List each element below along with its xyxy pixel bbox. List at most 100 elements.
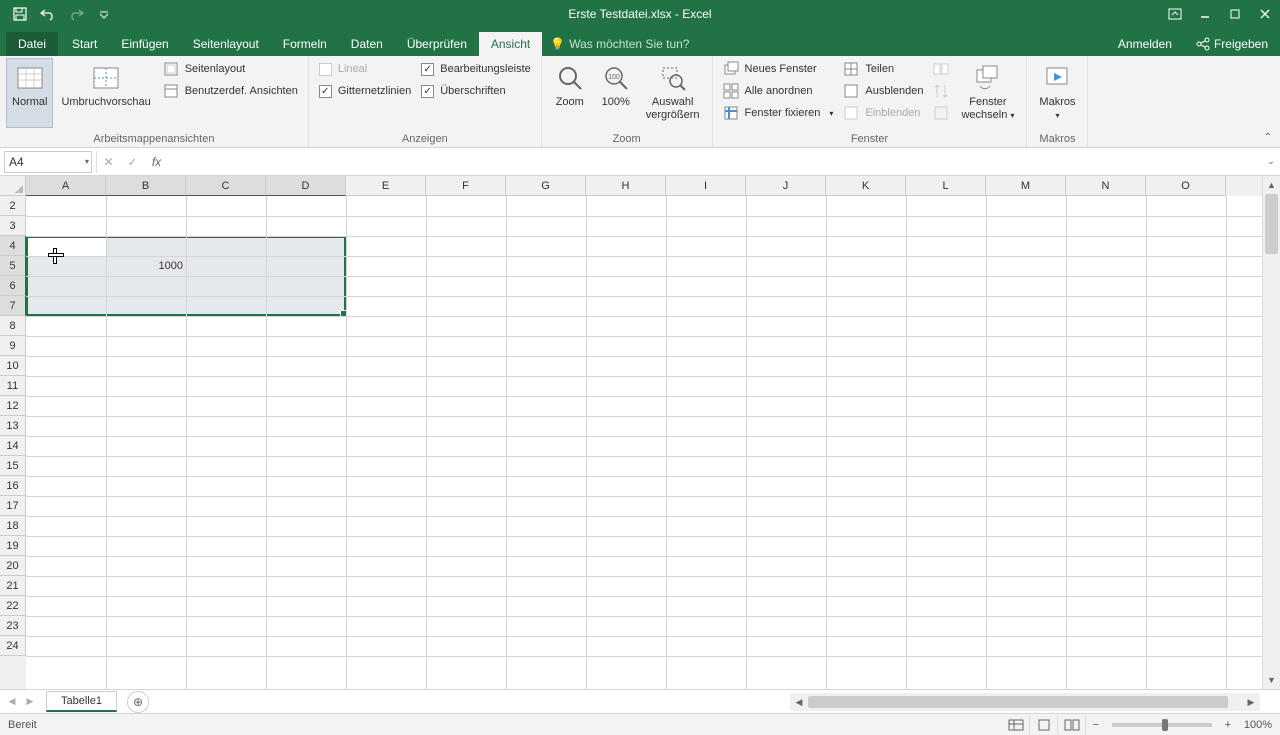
sheet-nav-prev[interactable]: ◀: [4, 693, 20, 711]
row-header-18[interactable]: 18: [0, 516, 26, 536]
gridlines-checkbox[interactable]: Gitternetzlinien: [315, 80, 415, 102]
hide-button[interactable]: Ausblenden: [839, 80, 927, 102]
macros-button[interactable]: Makros▾: [1033, 58, 1081, 128]
tab-review[interactable]: Überprüfen: [395, 32, 479, 56]
zoom-in-button[interactable]: +: [1220, 719, 1236, 731]
formula-bar-checkbox[interactable]: Bearbeitungsleiste: [417, 58, 535, 80]
add-sheet-button[interactable]: ⊕: [127, 691, 149, 713]
col-header-D[interactable]: D: [266, 176, 346, 196]
namebox-dropdown[interactable]: ▾: [85, 157, 89, 166]
horizontal-scrollbar[interactable]: ◀ ▶: [790, 693, 1260, 711]
row-header-15[interactable]: 15: [0, 456, 26, 476]
tab-data[interactable]: Daten: [339, 32, 395, 56]
minimize-button[interactable]: [1190, 0, 1220, 28]
col-header-C[interactable]: C: [186, 176, 266, 196]
col-header-B[interactable]: B: [106, 176, 186, 196]
row-header-7[interactable]: 7: [0, 296, 26, 316]
zoom-slider[interactable]: [1112, 723, 1212, 727]
col-header-F[interactable]: F: [426, 176, 506, 196]
tab-pagelayout[interactable]: Seitenlayout: [181, 32, 271, 56]
signin-button[interactable]: Anmelden: [1106, 32, 1184, 56]
row-header-2[interactable]: 2: [0, 196, 26, 216]
vscroll-thumb[interactable]: [1265, 194, 1278, 254]
maximize-button[interactable]: [1220, 0, 1250, 28]
row-header-9[interactable]: 9: [0, 336, 26, 356]
col-header-E[interactable]: E: [346, 176, 426, 196]
tell-me-search[interactable]: 💡 Was möchten Sie tun?: [542, 32, 697, 56]
split-button[interactable]: Teilen: [839, 58, 927, 80]
row-header-10[interactable]: 10: [0, 356, 26, 376]
freeze-panes-button[interactable]: Fenster fixieren▾: [719, 102, 838, 124]
row-header-4[interactable]: 4: [0, 236, 26, 256]
arrange-all-button[interactable]: Alle anordnen: [719, 80, 838, 102]
tab-file[interactable]: Datei: [6, 32, 58, 56]
headings-checkbox[interactable]: Überschriften: [417, 80, 535, 102]
hscroll-thumb[interactable]: [808, 696, 1228, 708]
collapse-ribbon-button[interactable]: ⌃: [1264, 132, 1272, 143]
row-header-6[interactable]: 6: [0, 276, 26, 296]
col-header-M[interactable]: M: [986, 176, 1066, 196]
tab-start[interactable]: Start: [60, 32, 109, 56]
row-header-21[interactable]: 21: [0, 576, 26, 596]
new-window-button[interactable]: Neues Fenster: [719, 58, 838, 80]
row-header-16[interactable]: 16: [0, 476, 26, 496]
cell-B5[interactable]: 1000: [106, 256, 186, 276]
zoom-selection-button[interactable]: Auswahlvergrößern: [640, 58, 706, 128]
sheet-tab-tabelle1[interactable]: Tabelle1: [46, 691, 117, 712]
tab-view[interactable]: Ansicht: [479, 32, 542, 56]
scroll-up-button[interactable]: ▲: [1263, 176, 1280, 194]
col-header-J[interactable]: J: [746, 176, 826, 196]
undo-button[interactable]: [36, 3, 60, 25]
spreadsheet-grid[interactable]: ABCDEFGHIJKLMNO 234567891011121314151617…: [0, 176, 1280, 689]
ribbon-display-options[interactable]: [1160, 0, 1190, 28]
active-cell-A4[interactable]: [28, 238, 106, 256]
scroll-down-button[interactable]: ▼: [1263, 671, 1280, 689]
save-button[interactable]: [8, 3, 32, 25]
row-header-23[interactable]: 23: [0, 616, 26, 636]
close-button[interactable]: [1250, 0, 1280, 28]
zoom-level[interactable]: 100%: [1244, 719, 1272, 731]
row-header-8[interactable]: 8: [0, 316, 26, 336]
col-header-I[interactable]: I: [666, 176, 746, 196]
row-header-3[interactable]: 3: [0, 216, 26, 236]
tab-formulas[interactable]: Formeln: [271, 32, 339, 56]
vertical-scrollbar[interactable]: ▲ ▼: [1262, 176, 1280, 689]
row-header-19[interactable]: 19: [0, 536, 26, 556]
row-header-22[interactable]: 22: [0, 596, 26, 616]
col-header-K[interactable]: K: [826, 176, 906, 196]
zoom-button[interactable]: Zoom: [548, 58, 592, 128]
col-header-N[interactable]: N: [1066, 176, 1146, 196]
row-header-14[interactable]: 14: [0, 436, 26, 456]
pagelayout-view-button[interactable]: Seitenlayout: [159, 58, 302, 80]
row-header-11[interactable]: 11: [0, 376, 26, 396]
statusbar-pagelayout-view[interactable]: [1032, 716, 1058, 734]
select-all-corner[interactable]: [0, 176, 26, 196]
column-headers[interactable]: ABCDEFGHIJKLMNO: [26, 176, 1262, 196]
insert-function-button[interactable]: fx: [144, 151, 168, 173]
statusbar-pagebreak-view[interactable]: [1060, 716, 1086, 734]
qat-customize-button[interactable]: [92, 3, 116, 25]
scroll-left-button[interactable]: ◀: [790, 693, 808, 711]
statusbar-normal-view[interactable]: [1004, 716, 1030, 734]
row-header-5[interactable]: 5: [0, 256, 26, 276]
redo-button[interactable]: [64, 3, 88, 25]
row-header-24[interactable]: 24: [0, 636, 26, 656]
col-header-O[interactable]: O: [1146, 176, 1226, 196]
scroll-right-button[interactable]: ▶: [1242, 693, 1260, 711]
col-header-H[interactable]: H: [586, 176, 666, 196]
cells-area[interactable]: 1000: [26, 196, 1262, 689]
col-header-L[interactable]: L: [906, 176, 986, 196]
formula-input[interactable]: [168, 151, 1262, 173]
sheet-nav-next[interactable]: ▶: [22, 693, 38, 711]
share-button[interactable]: Freigeben: [1184, 32, 1280, 56]
expand-formula-bar[interactable]: ⌄: [1262, 156, 1280, 167]
name-box[interactable]: A4▾: [4, 151, 92, 173]
zoom-out-button[interactable]: −: [1088, 719, 1104, 731]
switch-windows-button[interactable]: Fensterwechseln ▾: [955, 58, 1020, 128]
tab-insert[interactable]: Einfügen: [109, 32, 180, 56]
col-header-G[interactable]: G: [506, 176, 586, 196]
row-headers[interactable]: 23456789101112131415161718192021222324: [0, 196, 26, 689]
row-header-13[interactable]: 13: [0, 416, 26, 436]
col-header-A[interactable]: A: [26, 176, 106, 196]
pagebreak-preview-button[interactable]: Umbruchvorschau: [55, 58, 156, 128]
